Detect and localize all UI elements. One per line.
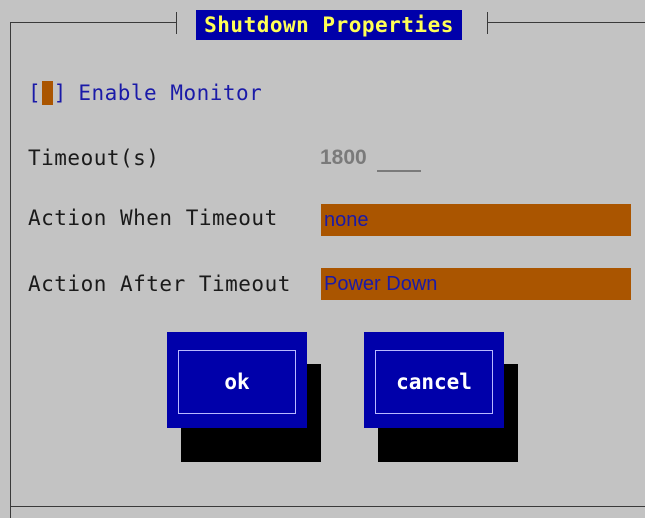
- action-after-timeout-label: Action After Timeout: [28, 272, 291, 296]
- frame-left-border: [10, 22, 11, 518]
- enable-monitor-checkbox[interactable]: [ ] Enable Monitor: [28, 78, 262, 108]
- enable-monitor-label: Enable Monitor: [78, 81, 263, 105]
- timeout-input-underline: [377, 170, 421, 172]
- action-after-timeout-field[interactable]: Power Down: [321, 268, 631, 300]
- timeout-label: Timeout(s): [28, 146, 160, 170]
- action-when-timeout-label: Action When Timeout: [28, 206, 278, 230]
- cancel-button[interactable]: cancel: [364, 332, 504, 428]
- frame-top-border-left: [10, 22, 176, 23]
- ok-button[interactable]: ok: [167, 332, 307, 428]
- frame-title-tick-right: [487, 12, 488, 34]
- cancel-button-label: cancel: [375, 350, 493, 414]
- action-when-timeout-field[interactable]: none: [321, 204, 631, 236]
- checkbox-bracket-open: [: [28, 81, 41, 105]
- ok-button-label: ok: [178, 350, 296, 414]
- dialog-title: Shutdown Properties: [196, 10, 462, 40]
- frame-title-tick-left: [176, 12, 177, 34]
- frame-top-border-right: [487, 22, 645, 23]
- checkbox-bracket-close: ]: [53, 81, 67, 105]
- frame-bottom-border: [10, 506, 645, 507]
- checkbox-cursor[interactable]: [41, 81, 53, 105]
- timeout-input[interactable]: 1800: [320, 146, 367, 170]
